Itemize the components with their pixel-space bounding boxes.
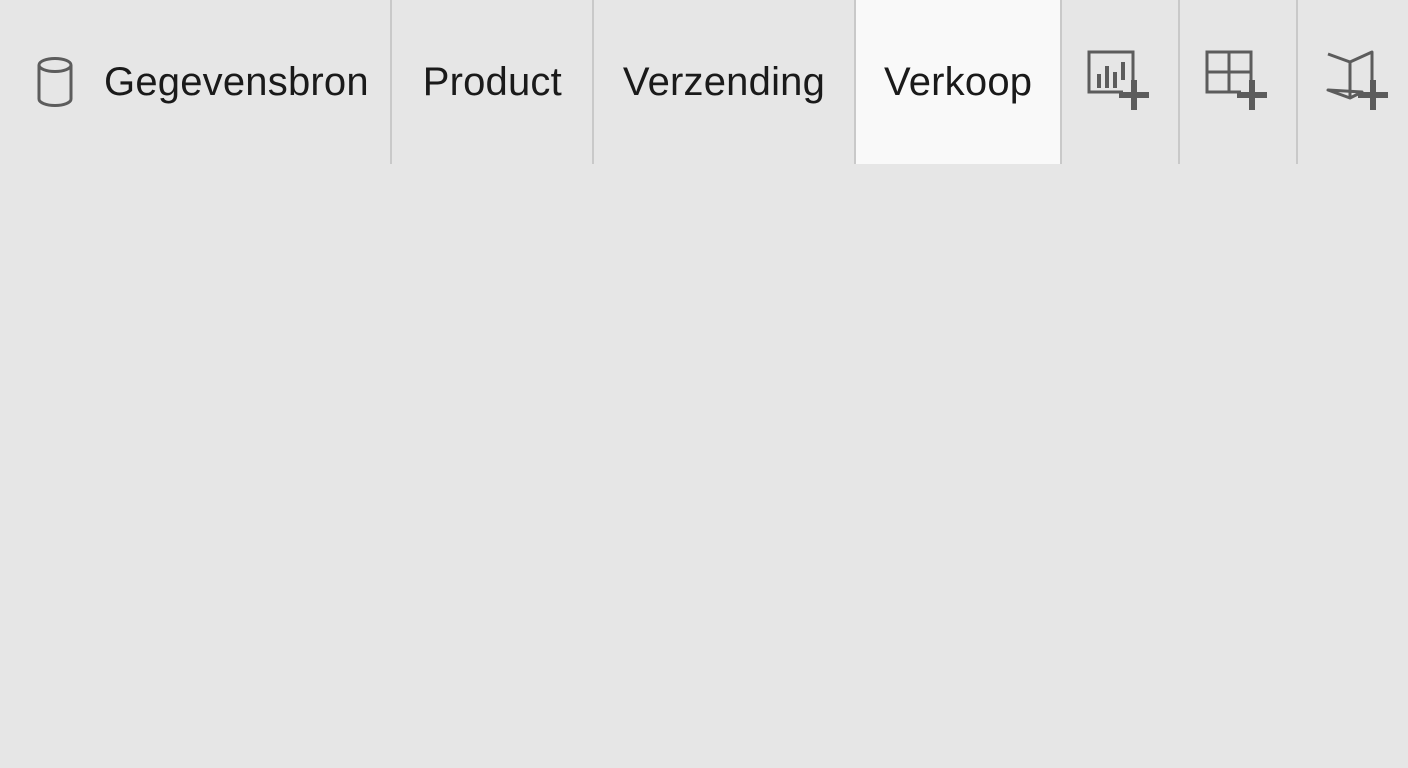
empty-canvas	[0, 164, 1408, 768]
new-story-icon	[1326, 50, 1389, 110]
sheet-tab-bar: Gegevensbron Product Verzending Verkoop	[0, 0, 1408, 164]
database-icon	[37, 57, 73, 107]
tab-datasource-label: Gegevensbron	[104, 59, 369, 104]
new-story-button[interactable]	[1298, 0, 1408, 164]
tab-shipping[interactable]: Verzending	[594, 0, 856, 164]
tab-product-label: Product	[422, 59, 562, 104]
new-worksheet-button[interactable]	[1062, 0, 1181, 164]
tab-product[interactable]: Product	[392, 0, 595, 164]
new-worksheet-icon	[1087, 50, 1150, 110]
tab-shipping-label: Verzending	[622, 59, 826, 104]
tab-sales[interactable]: Verkoop	[855, 0, 1063, 164]
new-dashboard-icon	[1205, 50, 1268, 110]
tab-sales-label: Verkoop	[884, 59, 1033, 104]
new-dashboard-button[interactable]	[1180, 0, 1299, 164]
tab-datasource[interactable]: Gegevensbron	[0, 0, 393, 164]
